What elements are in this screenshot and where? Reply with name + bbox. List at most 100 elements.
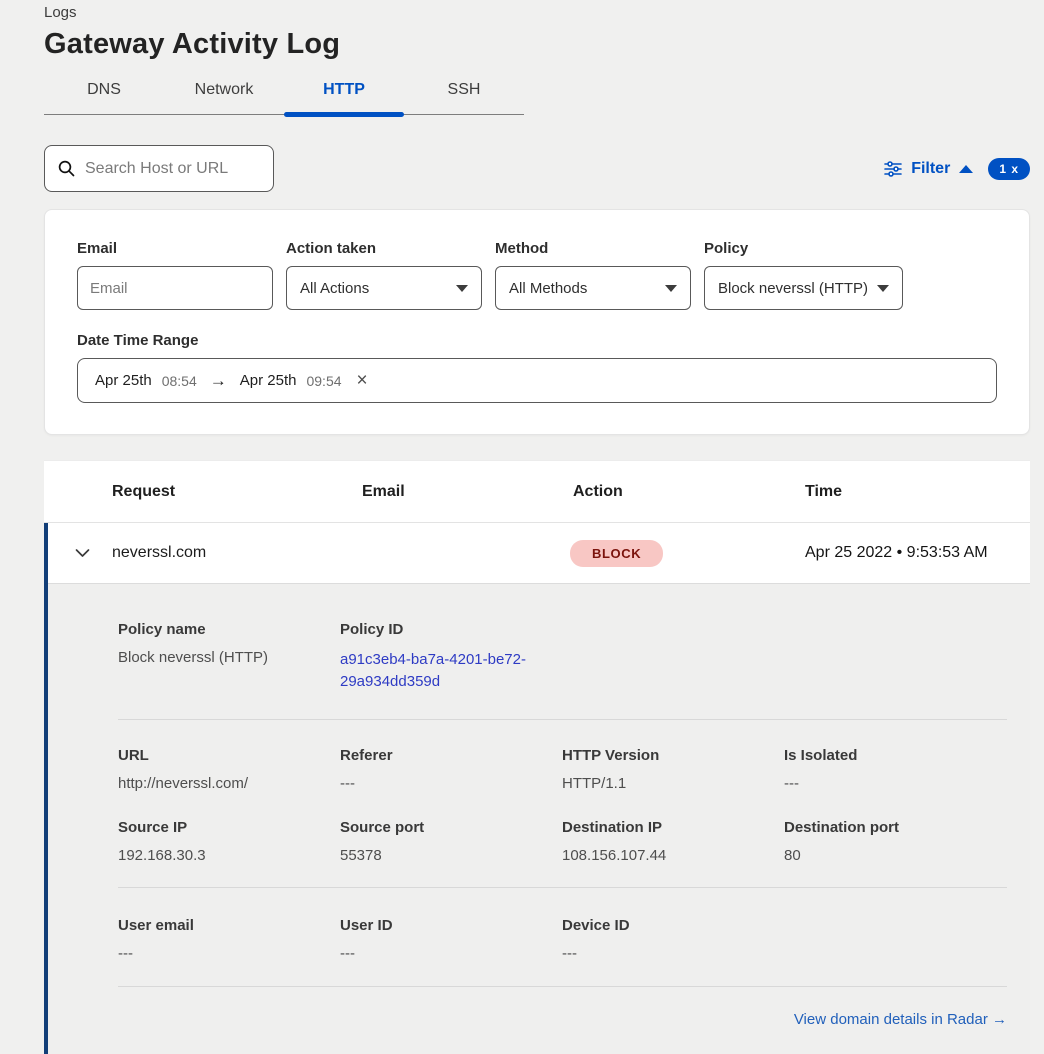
destination-ip-value: 108.156.107.44: [562, 847, 784, 864]
table-row[interactable]: neverssl.com BLOCK Apr 25 2022 • 9:53:53…: [44, 523, 1030, 584]
action-taken-select[interactable]: All Actions: [286, 266, 482, 310]
action-taken-field: Action taken All Actions: [286, 240, 482, 310]
http-section: URL http://neverssl.com/ Referer --- HTT…: [118, 720, 1007, 888]
policy-id-link[interactable]: a91c3eb4-ba7a-4201-be72-29a934dd359d: [340, 649, 536, 693]
toolbar: Filter 1 x: [44, 145, 1030, 192]
radar-link-row: View domain details in Radar →: [118, 987, 1007, 1029]
email-filter-field: Email: [77, 240, 273, 310]
email-filter-label: Email: [77, 240, 273, 257]
filter-label: Filter: [911, 160, 950, 178]
is-isolated-label: Is Isolated: [784, 747, 1007, 764]
user-section: User email --- User ID --- Device ID ---: [118, 888, 1007, 987]
policy-section: Policy name Block neverssl (HTTP) Policy…: [118, 584, 1007, 720]
referer-label: Referer: [340, 747, 562, 764]
is-isolated-field: Is Isolated ---: [784, 747, 1007, 792]
end-date[interactable]: Apr 25th: [240, 372, 297, 389]
policy-select[interactable]: Block neverssl (HTTP): [704, 266, 903, 310]
column-header-time: Time: [737, 483, 1030, 501]
date-range-picker[interactable]: Apr 25th 08:54 → Apr 25th 09:54 ×: [77, 358, 997, 403]
email-filter-input[interactable]: [77, 266, 273, 310]
url-label: URL: [118, 747, 340, 764]
filter-count-badge[interactable]: 1 x: [988, 158, 1030, 180]
start-date[interactable]: Apr 25th: [95, 372, 152, 389]
chevron-down-icon: [665, 285, 677, 292]
method-label: Method: [495, 240, 691, 257]
destination-port-value: 80: [784, 847, 1007, 864]
chevron-down-icon: [456, 285, 468, 292]
destination-ip-label: Destination IP: [562, 819, 784, 836]
http-version-field: HTTP Version HTTP/1.1: [562, 747, 784, 792]
policy-field: Policy Block neverssl (HTTP): [704, 240, 903, 310]
time-cell: Apr 25 2022 • 9:53:53 AM: [737, 544, 1030, 562]
user-id-value: ---: [340, 945, 562, 962]
method-field: Method All Methods: [495, 240, 691, 310]
policy-name-label: Policy name: [118, 621, 340, 638]
url-value: http://neverssl.com/: [118, 775, 340, 792]
method-select[interactable]: All Methods: [495, 266, 691, 310]
source-ip-value: 192.168.30.3: [118, 847, 340, 864]
log-type-tabs: DNS Network HTTP SSH: [44, 68, 524, 115]
tab-http[interactable]: HTTP: [284, 68, 404, 114]
chevron-down-icon: [877, 285, 889, 292]
tab-dns[interactable]: DNS: [44, 68, 164, 114]
policy-id-field: Policy ID a91c3eb4-ba7a-4201-be72-29a934…: [340, 621, 562, 693]
start-time[interactable]: 08:54: [162, 373, 197, 389]
http-version-label: HTTP Version: [562, 747, 784, 764]
expanded-log-entry: neverssl.com BLOCK Apr 25 2022 • 9:53:53…: [44, 523, 1030, 1054]
http-version-value: HTTP/1.1: [562, 775, 784, 792]
destination-port-label: Destination port: [784, 819, 1007, 836]
policy-id-label: Policy ID: [340, 621, 562, 638]
clear-date-range-icon[interactable]: ×: [357, 371, 368, 390]
column-header-action: Action: [505, 483, 737, 501]
action-cell: BLOCK: [505, 540, 737, 567]
tab-network[interactable]: Network: [164, 68, 284, 114]
policy-name-value: Block neverssl (HTTP): [118, 649, 340, 666]
filter-toggle[interactable]: Filter 1 x: [884, 158, 1030, 180]
request-host: neverssl.com: [112, 544, 206, 561]
activity-log-table: Request Email Action Time neverssl.com B…: [44, 460, 1030, 1054]
policy-value: Block neverssl (HTTP): [718, 280, 868, 297]
column-header-request: Request: [44, 483, 294, 501]
source-port-label: Source port: [340, 819, 562, 836]
policy-label: Policy: [704, 240, 903, 257]
request-cell: neverssl.com: [44, 544, 294, 562]
chevron-down-icon[interactable]: [75, 549, 90, 558]
table-header-row: Request Email Action Time: [44, 461, 1030, 523]
search-icon: [58, 160, 75, 177]
source-port-value: 55378: [340, 847, 562, 864]
destination-port-field: Destination port 80: [784, 819, 1007, 864]
search-box[interactable]: [44, 145, 274, 192]
device-id-label: Device ID: [562, 917, 784, 934]
filter-panel: Email Action taken All Actions Method Al…: [44, 209, 1030, 435]
referer-field: Referer ---: [340, 747, 562, 792]
device-id-field: Device ID ---: [562, 917, 784, 962]
collapse-caret-icon: [959, 165, 973, 173]
user-id-label: User ID: [340, 917, 562, 934]
arrow-right-icon: →: [207, 371, 230, 391]
end-time[interactable]: 09:54: [306, 373, 341, 389]
is-isolated-value: ---: [784, 775, 1007, 792]
referer-value: ---: [340, 775, 562, 792]
url-field: URL http://neverssl.com/: [118, 747, 340, 792]
date-range-field: Date Time Range Apr 25th 08:54 → Apr 25t…: [77, 332, 997, 403]
source-ip-field: Source IP 192.168.30.3: [118, 819, 340, 864]
date-range-label: Date Time Range: [77, 332, 997, 349]
method-value: All Methods: [509, 280, 587, 297]
tab-ssh[interactable]: SSH: [404, 68, 524, 114]
search-input[interactable]: [85, 160, 292, 178]
view-domain-in-radar-link[interactable]: View domain details in Radar →: [794, 1011, 1007, 1028]
user-email-label: User email: [118, 917, 340, 934]
breadcrumb: Logs: [44, 0, 1030, 21]
policy-name-field: Policy name Block neverssl (HTTP): [118, 621, 340, 693]
device-id-value: ---: [562, 945, 784, 962]
page-title: Gateway Activity Log: [44, 28, 1030, 61]
action-taken-value: All Actions: [300, 280, 369, 297]
user-email-field: User email ---: [118, 917, 340, 962]
user-email-value: ---: [118, 945, 340, 962]
destination-ip-field: Destination IP 108.156.107.44: [562, 819, 784, 864]
log-entry-details: Policy name Block neverssl (HTTP) Policy…: [44, 584, 1030, 1054]
filter-sliders-icon: [884, 161, 902, 177]
block-status-badge: BLOCK: [570, 540, 663, 567]
source-ip-label: Source IP: [118, 819, 340, 836]
source-port-field: Source port 55378: [340, 819, 562, 864]
